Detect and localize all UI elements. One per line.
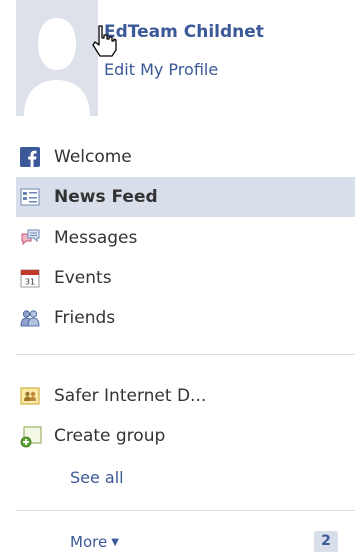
nav-item-label: Events [54, 268, 112, 288]
more-link[interactable]: More ▼ [70, 533, 119, 551]
facebook-icon [20, 147, 40, 167]
nav-item-events[interactable]: 31 Events [0, 258, 355, 298]
calendar-icon: 31 [20, 268, 40, 288]
calendar-day-text: 31 [25, 278, 35, 287]
edit-profile-link[interactable]: Edit My Profile [104, 60, 218, 79]
group-icon [20, 386, 40, 406]
divider [16, 510, 355, 511]
nav-item-messages[interactable]: Messages [0, 218, 355, 258]
news-feed-icon [20, 187, 40, 207]
default-avatar-silhouette [16, 0, 98, 116]
group-item-safer-internet[interactable]: Safer Internet D... [0, 376, 355, 416]
friends-icon [20, 308, 40, 328]
profile-avatar[interactable] [16, 0, 98, 116]
group-item-create-group[interactable]: Create group [0, 416, 355, 456]
nav-item-label: Messages [54, 228, 138, 248]
nav-item-label: News Feed [54, 187, 158, 207]
create-group-icon [20, 426, 42, 448]
group-item-label: Safer Internet D... [54, 386, 207, 406]
profile-name-link[interactable]: EdTeam Childnet [104, 22, 264, 42]
nav-item-label: Welcome [54, 147, 132, 167]
caret-down-icon: ▼ [111, 537, 119, 548]
divider [16, 354, 355, 355]
group-item-label: Create group [54, 426, 166, 446]
nav-item-welcome[interactable]: Welcome [0, 137, 355, 177]
nav-item-label: Friends [54, 308, 116, 328]
messages-icon [20, 228, 40, 248]
nav-item-friends[interactable]: Friends [0, 298, 355, 338]
see-all-link[interactable]: See all [70, 468, 124, 487]
nav-item-news-feed[interactable]: News Feed [16, 177, 355, 217]
count-badge: 2 [314, 531, 338, 552]
hand-cursor-icon [90, 24, 118, 62]
more-label: More [70, 533, 108, 551]
